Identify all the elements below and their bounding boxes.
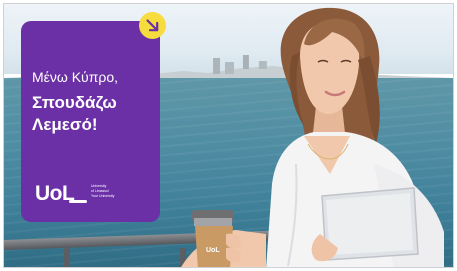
headline-line-1: Μένω Κύπρο, <box>32 69 119 85</box>
university-logo: UoL University of Limassol Your Universi… <box>35 182 155 212</box>
advertisement-frame: UoL Μένω Κύπρο, Σπουδάζω Λεμεσό! UoL Uni… <box>3 3 454 268</box>
logo-text-line-3: Your University <box>91 194 115 198</box>
logo-text: University of Limassol Your University <box>91 184 114 199</box>
headline-line-2: Σπουδάζω <box>32 93 117 112</box>
logo-underline <box>69 200 87 203</box>
arrow-down-right-glyph <box>146 19 159 32</box>
arrow-down-right-icon <box>139 12 166 39</box>
cup-logo: UoL <box>206 247 220 254</box>
promo-card: Μένω Κύπρο, Σπουδάζω Λεμεσό! UoL Univers… <box>21 21 160 222</box>
headline-line-3: Λεμεσό! <box>32 115 98 134</box>
